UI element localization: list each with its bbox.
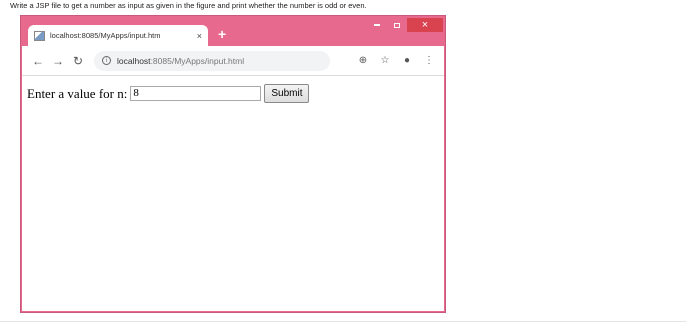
window-close-button[interactable]: × — [407, 18, 443, 32]
back-icon[interactable]: ← — [28, 54, 48, 68]
n-input[interactable]: 8 — [130, 86, 262, 101]
new-tab-button[interactable]: + — [218, 26, 226, 42]
tab-close-button[interactable]: × — [197, 31, 202, 41]
minimize-button[interactable] — [367, 18, 387, 32]
browser-tab[interactable]: localhost:8085/MyApps/input.htm × — [28, 25, 208, 46]
browser-toolbar: ← → ↻ i localhost:8085/MyApps/input.html… — [22, 46, 444, 76]
reload-icon[interactable]: ↻ — [68, 54, 88, 68]
star-icon[interactable]: ☆ — [374, 55, 396, 66]
page-bottom-edge — [0, 321, 686, 326]
window-controls: × — [367, 18, 443, 32]
url-host: localhost — [117, 55, 151, 66]
submit-button[interactable]: Submit — [264, 84, 310, 103]
account-icon[interactable]: ● — [396, 55, 418, 66]
url-path: :8085/MyApps/input.html — [150, 55, 245, 66]
browser-window: × localhost:8085/MyApps/input.htm × + ← … — [20, 15, 446, 313]
input-form: Enter a value for n: 8 Submit — [27, 84, 310, 103]
url-text: localhost:8085/MyApps/input.html — [117, 56, 244, 66]
tab-title: localhost:8085/MyApps/input.htm — [50, 31, 161, 40]
page-favicon-icon — [34, 30, 45, 41]
question-text: Write a JSP file to get a number as inpu… — [10, 1, 367, 10]
n-label: Enter a value for n: — [27, 85, 128, 101]
forward-icon[interactable]: → — [48, 54, 68, 68]
zoom-icon[interactable]: ⊕ — [352, 55, 374, 66]
maximize-button[interactable] — [387, 18, 407, 32]
address-bar[interactable]: i localhost:8085/MyApps/input.html — [94, 50, 330, 71]
page-content: Enter a value for n: 8 Submit — [22, 76, 444, 311]
menu-icon[interactable]: ⋮ — [418, 55, 440, 66]
info-icon[interactable]: i — [102, 56, 111, 65]
